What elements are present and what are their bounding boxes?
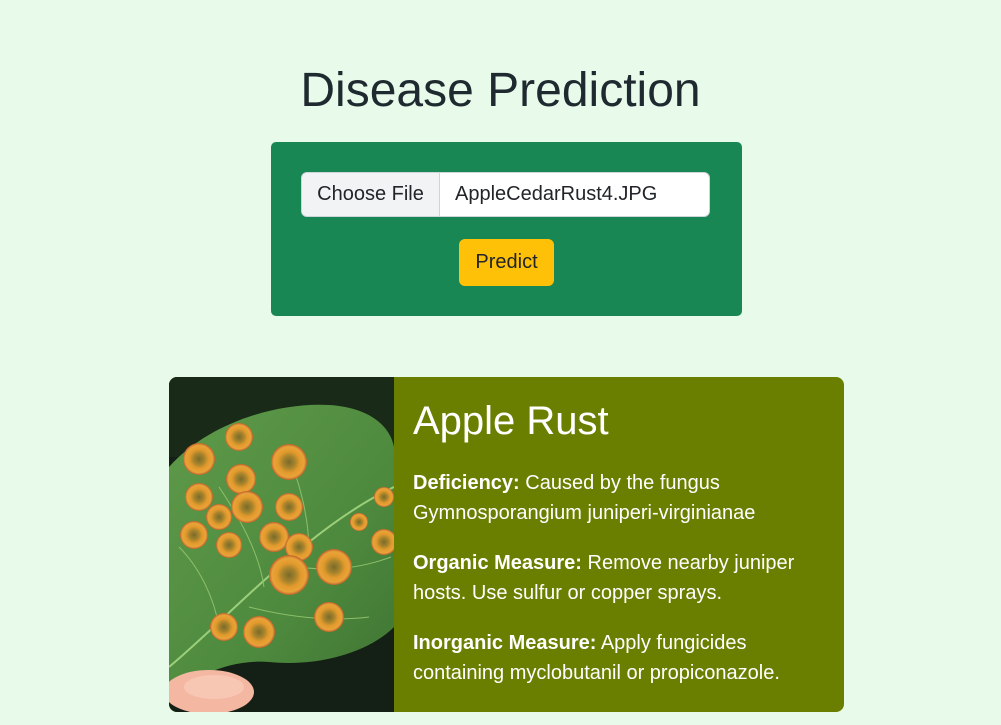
file-input[interactable]: Choose File AppleCedarRust4.JPG <box>301 172 710 217</box>
page-title: Disease Prediction <box>300 64 701 117</box>
selected-file-name: AppleCedarRust4.JPG <box>455 183 658 205</box>
result-card: Apple Rust Deficiency: Caused by the fun… <box>169 377 844 712</box>
predict-button[interactable]: Predict <box>459 239 554 286</box>
disease-name: Apple Rust <box>413 399 609 443</box>
choose-file-button[interactable]: Choose File <box>302 173 440 216</box>
deficiency-row: Deficiency: Caused by the fungus Gymnosp… <box>413 468 826 528</box>
result-details: Apple Rust Deficiency: Caused by the fun… <box>394 377 844 712</box>
upload-panel: Choose File AppleCedarRust4.JPG Predict <box>271 142 742 316</box>
inorganic-measure-row: Inorganic Measure: Apply fungicides cont… <box>413 628 826 688</box>
leaf-photo <box>169 377 394 712</box>
organic-measure-label: Organic Measure: <box>413 552 582 574</box>
inorganic-measure-label: Inorganic Measure: <box>413 632 597 654</box>
deficiency-label: Deficiency: <box>413 472 520 494</box>
organic-measure-row: Organic Measure: Remove nearby juniper h… <box>413 548 826 608</box>
